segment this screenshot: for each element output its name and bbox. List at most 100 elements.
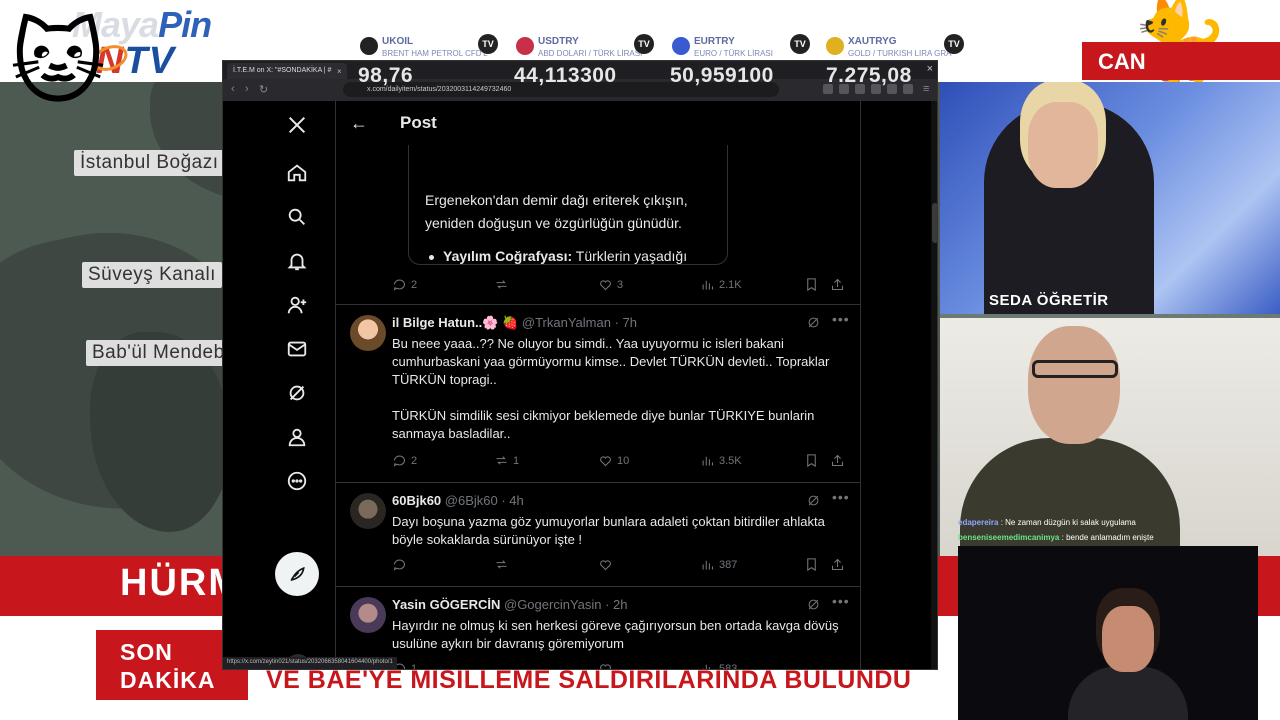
tab-close-icon[interactable]: ×: [337, 67, 342, 76]
reply-author-name[interactable]: il Bilge Hatun..🌸 🍓: [392, 315, 518, 330]
more-circle-icon[interactable]: [285, 469, 309, 493]
reply-button[interactable]: [392, 557, 411, 572]
chat-user: edapereira: [958, 518, 999, 527]
heart-icon: [600, 456, 611, 467]
like-button[interactable]: 3: [598, 277, 623, 292]
views-button[interactable]: 2.1K: [700, 277, 742, 292]
grok-explain-icon[interactable]: [806, 315, 822, 331]
reply-actions: 2 1 10 3.5K: [392, 453, 848, 471]
reply-post[interactable]: il Bilge Hatun..🌸 🍓 @TrkanYalman · 7h ••…: [336, 305, 860, 483]
reply-header: Yasin GÖGERCİN @GogercinYasin · 2h: [392, 597, 628, 612]
notifications-bell-icon[interactable]: [285, 249, 309, 273]
ticker-code: UKOIL: [382, 36, 414, 47]
reload-icon[interactable]: ↻: [259, 83, 268, 96]
reply-author-name[interactable]: Yasin GÖGERCİN: [392, 597, 500, 612]
reply-author-handle[interactable]: @TrkanYalman · 7h: [522, 315, 637, 330]
grok-explain-icon[interactable]: [806, 493, 822, 509]
reply-button[interactable]: 2: [392, 453, 417, 468]
ticker-value: 44,113300: [514, 64, 617, 87]
compose-post-button[interactable]: [275, 552, 319, 596]
chat-message: benseniseemedimcanimya : bende anlamadım…: [958, 533, 1154, 542]
views-button[interactable]: 3.5K: [700, 453, 742, 468]
page-title: Post: [400, 113, 437, 132]
screen: İstanbul Boğazı Süveyş Kanalı Bab'ül Men…: [0, 0, 1280, 720]
forward-nav-icon[interactable]: ›: [245, 83, 249, 95]
reply-author-handle[interactable]: @GogercinYasin · 2h: [504, 597, 628, 612]
reply-avatar[interactable]: [350, 315, 386, 351]
x-logo-icon[interactable]: [285, 113, 309, 137]
search-icon[interactable]: [285, 205, 309, 229]
repost-button[interactable]: 1: [494, 453, 519, 468]
browser-tab[interactable]: İ.T.E.M on X: "#SONDAKİKA | # ×: [227, 63, 347, 79]
repost-count: 1: [513, 454, 520, 467]
reply-avatar[interactable]: [350, 597, 386, 633]
like-button[interactable]: [598, 557, 617, 572]
reply-actions: 1 583: [392, 661, 848, 670]
x-sidebar: [223, 101, 335, 669]
reply-avatar[interactable]: [350, 493, 386, 529]
back-nav-icon[interactable]: ‹: [231, 83, 235, 95]
anchor-head: [1028, 102, 1098, 188]
share-button[interactable]: [830, 557, 845, 572]
quoted-article-card[interactable]: Ergenekon'dan demir dağı eriterek çıkışı…: [408, 145, 728, 265]
streamer-body: [1068, 666, 1188, 720]
menu-icon[interactable]: ≡: [923, 83, 929, 95]
guest-head: [1028, 326, 1120, 444]
tab-title: İ.T.E.M on X: "#SONDAKİKA | #: [233, 67, 332, 74]
like-count: 3: [617, 278, 624, 291]
bookmark-button[interactable]: [804, 277, 819, 292]
repost-button[interactable]: [494, 277, 513, 292]
more-options-icon[interactable]: •••: [832, 311, 850, 327]
dakika-label: DAKİKA: [120, 667, 216, 693]
share-button[interactable]: [830, 453, 845, 468]
ticker-symbol-icon: [826, 37, 844, 55]
reply-text: Hayırdır ne olmuş ki sen herkesi göreve …: [392, 618, 843, 651]
follow-people-icon[interactable]: [285, 293, 309, 317]
scrollbar-thumb[interactable]: [932, 203, 937, 243]
ticker-desc: BRENT HAM PETROL CFD'L: [382, 49, 488, 58]
share-button[interactable]: [830, 277, 845, 292]
repost-button[interactable]: [494, 557, 513, 572]
like-button[interactable]: [598, 661, 613, 669]
ticker-code: USDTRY: [538, 36, 579, 47]
views-button[interactable]: 387: [700, 557, 737, 572]
ticker-desc: ABD DOLARI / TÜRK LİRASI: [538, 49, 643, 58]
post-actions: 2 3 2.1K: [392, 277, 848, 295]
tradingview-icon: TV: [634, 34, 654, 54]
grok-explain-icon[interactable]: [806, 597, 822, 613]
repost-icon: [496, 280, 507, 289]
bookmark-button[interactable]: [804, 557, 819, 572]
bookmark-icon: [807, 278, 816, 292]
views-bar-icon: [702, 280, 714, 290]
like-button[interactable]: 10: [598, 453, 629, 468]
reply-post[interactable]: Yasin GÖGERCİN @GogercinYasin · 2h ••• H…: [336, 587, 860, 670]
more-options-icon[interactable]: •••: [832, 593, 850, 609]
cat-sticker-icon: 🐱: [10, 13, 106, 115]
reply-text: Bu neee yaaa..?? Ne oluyor bu simdi.. Ya…: [392, 336, 830, 441]
view-count: 3.5K: [719, 454, 742, 467]
grok-icon[interactable]: [285, 381, 309, 405]
views-button[interactable]: 583: [700, 661, 737, 669]
reply-author-handle[interactable]: @6Bjk60 · 4h: [445, 493, 524, 508]
reply-button[interactable]: 2: [392, 277, 417, 292]
ntv-logo: NTV: [88, 40, 175, 83]
reply-icon: [393, 455, 406, 467]
messages-envelope-icon[interactable]: [285, 337, 309, 361]
more-options-icon[interactable]: •••: [832, 489, 850, 505]
ticker-code: XAUTRYG: [848, 36, 897, 47]
bookmark-icon: [807, 454, 816, 468]
window-close-icon[interactable]: ×: [927, 63, 933, 75]
card-text-line: Ergenekon'dan demir dağı eriterek çıkışı…: [425, 192, 688, 208]
reply-author-name[interactable]: 60Bjk60: [392, 493, 441, 508]
son-label: SON: [120, 639, 173, 665]
bookmark-button[interactable]: [804, 453, 819, 468]
reply-count: 1: [411, 662, 418, 670]
tradingview-icon: TV: [478, 34, 498, 54]
profile-icon[interactable]: [285, 425, 309, 449]
page-scrollbar[interactable]: [931, 101, 937, 669]
anchor-name: SEDA ÖĞRETİR: [989, 292, 1109, 309]
reply-post[interactable]: 60Bjk60 @6Bjk60 · 4h ••• Dayı boşuna yaz…: [336, 483, 860, 587]
back-arrow-icon[interactable]: ←: [350, 113, 368, 134]
home-icon[interactable]: [285, 161, 309, 185]
bookmark-icon: [807, 558, 816, 572]
